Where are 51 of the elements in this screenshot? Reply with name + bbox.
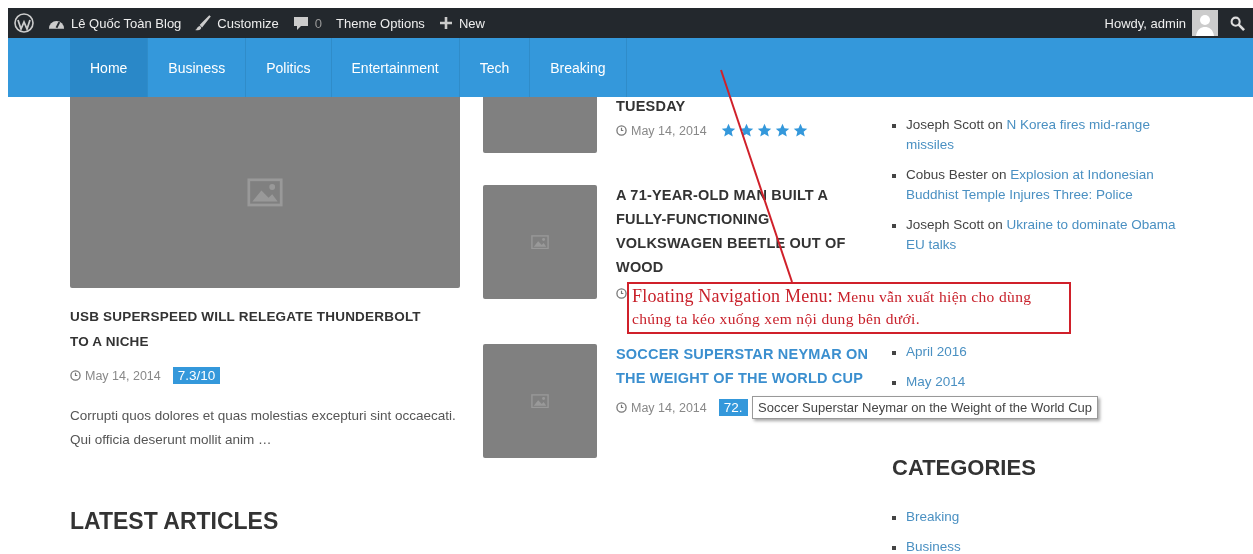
new-link[interactable]: New	[438, 15, 485, 31]
section-heading: LATEST ARTICLES	[70, 508, 280, 535]
post-date: May 14, 2014	[631, 123, 707, 138]
post-date: May 14, 2014	[631, 400, 707, 415]
archive-link[interactable]: May 2014	[906, 372, 966, 392]
clock-icon	[616, 288, 627, 299]
bullet-icon	[892, 351, 896, 355]
greeting-link[interactable]: Howdy, admin	[1104, 15, 1186, 31]
clock-icon	[70, 370, 81, 381]
score-badge: 7.3/10	[172, 367, 221, 384]
post-excerpt: Corrupti quos dolores et quas molestias excepturi sint occaecati. Qui officia deserunt mollit anim …	[70, 407, 457, 449]
comments-link[interactable]: 0	[292, 15, 322, 31]
star-icon	[774, 123, 790, 138]
nav-tab[interactable]: Home	[70, 38, 149, 97]
plus-icon	[438, 16, 453, 30]
image-icon	[247, 178, 283, 207]
bullet-icon	[892, 174, 896, 178]
brush-icon	[195, 15, 212, 31]
post-title[interactable]: SOCCER SUPERSTAR NEYMAR ON THE WEIGHT OF THE WORLD CUP	[616, 342, 869, 390]
star-icon	[756, 123, 772, 138]
image-icon	[531, 234, 549, 250]
recent-comment: Cobus Bester on Explosion at Indonesian Buddhist Temple Injures Three: Police	[906, 166, 1155, 204]
site-link[interactable]: Lê Quốc Toàn Blog	[48, 15, 182, 31]
speech-bubble-icon	[292, 15, 309, 31]
post-title[interactable]: USB SUPERSPEED WILL RELEGATE THUNDERBOLT TO A NICHE	[70, 304, 438, 354]
bullet-icon	[892, 124, 896, 128]
bullet-icon	[892, 546, 896, 550]
bullet-icon	[892, 224, 896, 228]
widget-heading: CATEGORIES	[892, 455, 1037, 481]
bullet-icon	[892, 381, 896, 385]
customize-link[interactable]: Customize	[195, 15, 279, 31]
clock-icon	[616, 402, 627, 413]
post-title[interactable]: TUESDAY	[616, 98, 869, 114]
tooltip: Soccer Superstar Neymar on the Weight of the World Cup	[752, 396, 1099, 419]
recent-comment: Joseph Scott on N Korea fires mid-range missiles	[906, 116, 1151, 154]
theme-options-link[interactable]: Theme Options	[336, 15, 425, 31]
annotation-note: Floating Navigation Menu: Menu vẫn xuất hiện cho dùng chúng ta kéo xuống xem nội dung bên dưới.	[627, 282, 1071, 334]
category-link[interactable]: Business	[906, 537, 961, 554]
logo-icon	[14, 13, 34, 33]
recent-comment: Joseph Scott on Ukraine to dominate Obama EU talks	[906, 216, 1176, 254]
category-link[interactable]: Breaking	[906, 507, 960, 527]
image-icon	[531, 393, 549, 409]
bullet-icon	[892, 516, 896, 520]
archive-link[interactable]: April 2016	[906, 342, 967, 362]
star-icon	[720, 123, 736, 138]
clock-icon	[616, 125, 627, 136]
post-date: May 14, 2014	[85, 368, 161, 383]
logo-button[interactable]	[14, 13, 34, 33]
star-icon	[792, 123, 808, 138]
score-badge: 72.	[718, 399, 748, 416]
search-icon[interactable]	[1230, 15, 1245, 31]
